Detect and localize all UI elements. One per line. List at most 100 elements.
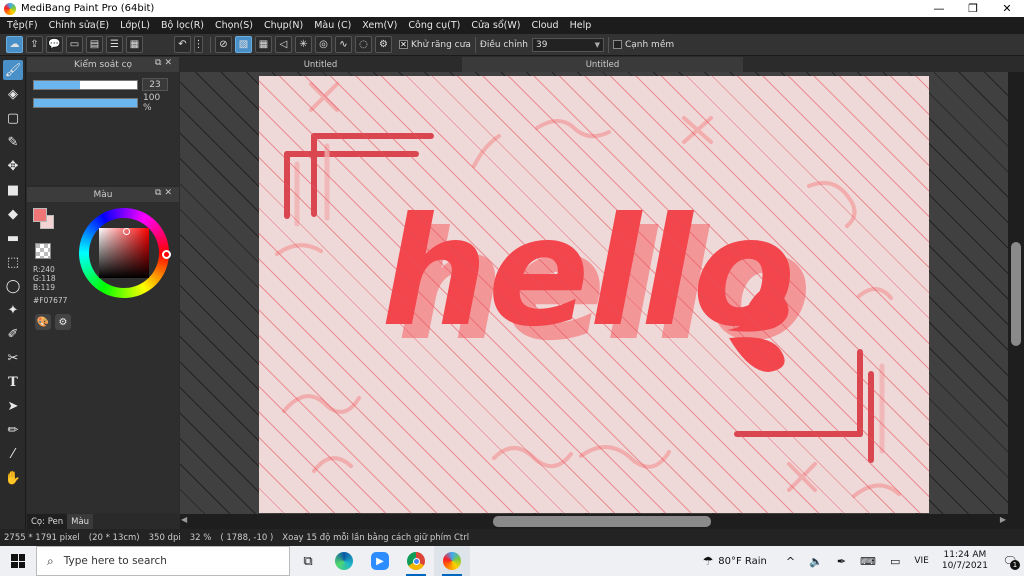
tab-document-1[interactable]: Untitled: [180, 57, 461, 72]
start-button[interactable]: [0, 546, 36, 576]
snap-parallel-icon[interactable]: ▧: [235, 36, 252, 53]
palette-settings-icon[interactable]: ⚙: [55, 314, 71, 330]
medibang-icon: [443, 552, 461, 570]
maximize-button[interactable]: ❐: [956, 0, 990, 17]
horizontal-scrollbar[interactable]: ◀ ▶: [180, 514, 1024, 529]
page-icon[interactable]: ▤: [86, 36, 103, 53]
divide-tool-icon[interactable]: ✏: [3, 420, 23, 440]
grid-icon[interactable]: ▦: [126, 36, 143, 53]
antialias-checkbox[interactable]: ✕: [399, 40, 408, 49]
rect-select-tool-icon[interactable]: ▢: [3, 108, 23, 128]
tab-document-2[interactable]: Untitled: [462, 57, 743, 72]
menu-view[interactable]: Xem(V): [358, 20, 401, 31]
brush-size-slider[interactable]: [33, 79, 138, 90]
menu-select[interactable]: Chọn(S): [211, 20, 257, 31]
snap-radial-icon[interactable]: ✳: [295, 36, 312, 53]
menu-filter[interactable]: Bộ lọc(R): [157, 20, 208, 31]
tool-strip: 🖌 ◈ ▢ ✎ ✥ ■ ◆ ▬ ⬚ ◯ ✦ ✐ ✂ T ➤ ✏ ⁄ ✋: [0, 57, 26, 529]
canvas-area[interactable]: hello hello: [180, 72, 1008, 514]
undo-icon[interactable]: ↶: [174, 36, 191, 53]
menu-window[interactable]: Cửa sổ(W): [467, 20, 524, 31]
menu-tools[interactable]: Công cụ(T): [404, 20, 464, 31]
eyedropper-tool-icon[interactable]: ⁄: [3, 444, 23, 464]
menu-file[interactable]: Tệp(F): [3, 20, 42, 31]
weather-widget[interactable]: ☂ 80°F Rain: [702, 554, 766, 568]
taskbar-chrome[interactable]: [398, 546, 434, 576]
vertical-scroll-thumb[interactable]: [1011, 242, 1021, 346]
scroll-left-icon[interactable]: ◀: [181, 515, 187, 524]
antialias-toggle[interactable]: ✕ Khử răng cưa: [399, 40, 471, 50]
hue-marker[interactable]: [162, 250, 171, 259]
dot-brush-tool-icon[interactable]: ✎: [3, 132, 23, 152]
menu-layer[interactable]: Lớp(L): [116, 20, 154, 31]
lasso-tool-icon[interactable]: ◯: [3, 276, 23, 296]
brush-opacity-slider[interactable]: [33, 97, 138, 108]
panel-popout-close-icon[interactable]: ⧉✕: [155, 58, 175, 68]
gradient-tool-icon[interactable]: ▬: [3, 228, 23, 248]
menu-edit[interactable]: Chỉnh sửa(E): [45, 20, 114, 31]
language-indicator[interactable]: VIE: [914, 556, 929, 566]
snap-ring-icon[interactable]: ◌: [355, 36, 372, 53]
taskbar-search[interactable]: ⌕ Type here to search: [36, 546, 290, 576]
hand-tool-icon[interactable]: ✋: [3, 468, 23, 488]
keyboard-icon[interactable]: ⌨: [860, 555, 876, 568]
chevron-up-icon[interactable]: ^: [786, 555, 795, 568]
horizontal-scroll-thumb[interactable]: [493, 516, 711, 527]
brush-size-value[interactable]: 23: [142, 78, 168, 91]
task-view-button[interactable]: ⧉: [290, 546, 326, 576]
sv-marker[interactable]: [123, 228, 130, 235]
snap-grid-icon[interactable]: ▦: [255, 36, 272, 53]
taskbar-edge[interactable]: [326, 546, 362, 576]
snap-settings-gear-icon[interactable]: ⚙: [375, 36, 392, 53]
text-tool-icon[interactable]: T: [3, 372, 23, 392]
snap-off-icon[interactable]: ⊘: [215, 36, 232, 53]
clock[interactable]: 11:24 AM 10/7/2021: [942, 550, 988, 572]
select-tool-icon[interactable]: ⬚: [3, 252, 23, 272]
scroll-right-icon[interactable]: ▶: [1000, 515, 1006, 524]
menu-cloud[interactable]: Cloud: [527, 20, 562, 31]
cloud-icon[interactable]: ☁: [6, 36, 23, 53]
status-coords: ( 1788, -10 ): [220, 532, 274, 543]
edge-checkbox[interactable]: [612, 40, 622, 49]
snap-circle-icon[interactable]: ◎: [315, 36, 332, 53]
minimize-button[interactable]: —: [922, 0, 956, 17]
snap-curve-icon[interactable]: ∿: [335, 36, 352, 53]
tab-brush-pen[interactable]: Cọ: Pen: [27, 514, 68, 529]
pen-icon[interactable]: ✒: [837, 555, 846, 568]
vertical-scrollbar[interactable]: [1008, 72, 1024, 514]
magic-wand-tool-icon[interactable]: ✦: [3, 300, 23, 320]
redo-icon[interactable]: ⋮: [194, 36, 204, 53]
speaker-icon[interactable]: 🔈: [809, 555, 823, 568]
operation-tool-icon[interactable]: ➤: [3, 396, 23, 416]
panel-popout-close-icon[interactable]: ⧉✕: [155, 188, 175, 198]
eraser-tool-icon[interactable]: ◈: [3, 84, 23, 104]
snap-perspective-icon[interactable]: ◁: [275, 36, 292, 53]
close-button[interactable]: ✕: [990, 0, 1024, 17]
share-icon[interactable]: ⇪: [26, 36, 43, 53]
brush-tool-icon[interactable]: 🖌: [3, 60, 23, 80]
taskbar-zoom[interactable]: ▶: [362, 546, 398, 576]
move-tool-icon[interactable]: ✥: [3, 156, 23, 176]
list-icon[interactable]: ☰: [106, 36, 123, 53]
chat-icon[interactable]: ▭: [66, 36, 83, 53]
edge-toggle[interactable]: Cạnh mềm: [612, 40, 674, 50]
foreground-color-swatch[interactable]: [33, 208, 47, 222]
bucket-tool-icon[interactable]: ◆: [3, 204, 23, 224]
palette-icon[interactable]: 🎨: [35, 314, 51, 330]
menu-help[interactable]: Help: [566, 20, 596, 31]
menu-color[interactable]: Màu (C): [310, 20, 355, 31]
display-icon[interactable]: ▭: [890, 555, 900, 568]
notification-button[interactable]: 🗨 1: [996, 546, 1024, 576]
adjust-select[interactable]: 39 ▼: [531, 37, 604, 52]
drawing-paper[interactable]: hello hello: [259, 76, 929, 513]
tab-color[interactable]: Màu: [67, 514, 94, 529]
color-wheel[interactable]: [79, 208, 171, 298]
menu-snap[interactable]: Chụp(N): [260, 20, 307, 31]
transparent-color-swatch[interactable]: [35, 243, 51, 259]
select-eraser-tool-icon[interactable]: ✂: [3, 348, 23, 368]
fill-rect-tool-icon[interactable]: ■: [3, 180, 23, 200]
taskbar-medibang[interactable]: [434, 546, 470, 576]
select-pen-tool-icon[interactable]: ✐: [3, 324, 23, 344]
saturation-value-square[interactable]: [99, 228, 149, 278]
comment-icon[interactable]: 💬: [46, 36, 63, 53]
